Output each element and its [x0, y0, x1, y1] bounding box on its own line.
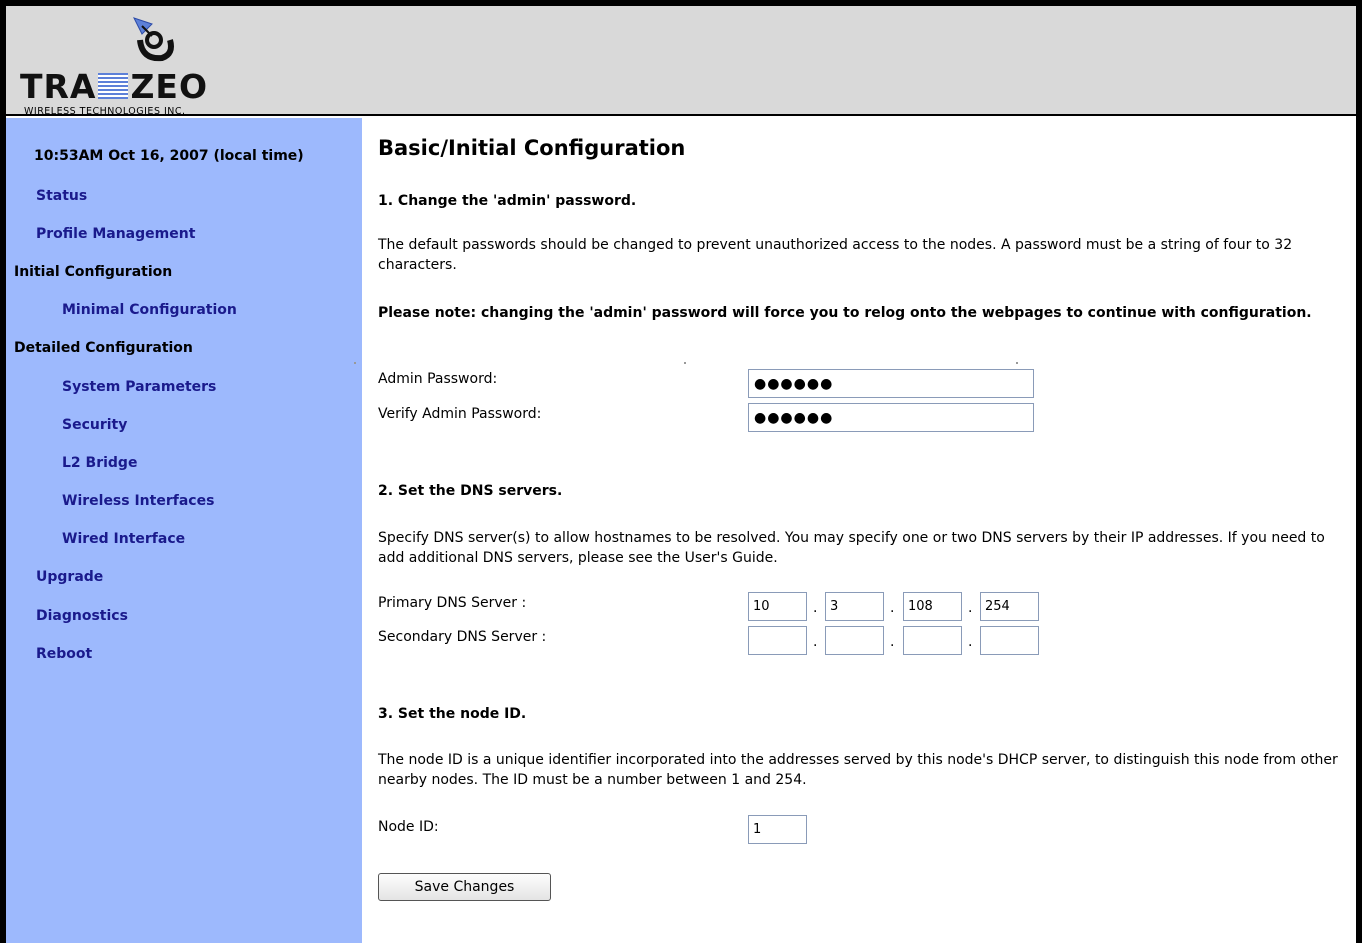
primary-dns-separator: .	[890, 600, 895, 616]
tranzeo-logo: TRA ZEO WIRELESS TECHNOLOGIES INC.	[20, 14, 290, 117]
nav-status[interactable]: Status	[36, 188, 87, 204]
primary-dns-octet-3[interactable]	[903, 592, 962, 621]
nav-wireless-interfaces[interactable]: Wireless Interfaces	[62, 493, 214, 509]
nav-heading-initial-configuration: Initial Configuration	[14, 264, 173, 280]
divider-tick	[354, 362, 356, 364]
section-node-id-heading: 3. Set the node ID.	[378, 706, 527, 722]
nav-l2-bridge[interactable]: L2 Bridge	[62, 455, 137, 471]
secondary-dns-separator: .	[968, 634, 973, 650]
nav-security[interactable]: Security	[62, 417, 127, 433]
section-password-note: Please note: changing the 'admin' passwo…	[378, 305, 1312, 321]
logo-wordmark: TRA ZEO	[20, 67, 208, 106]
logo-subtitle: WIRELESS TECHNOLOGIES INC.	[24, 106, 186, 117]
nav-minimal-configuration[interactable]: Minimal Configuration	[62, 302, 237, 318]
nav-upgrade[interactable]: Upgrade	[36, 569, 103, 585]
nav-reboot[interactable]: Reboot	[36, 646, 92, 662]
section-password-description: The default passwords should be changed …	[378, 237, 1293, 273]
section-password-heading: 1. Change the 'admin' password.	[378, 193, 637, 209]
primary-dns-octet-4[interactable]	[980, 592, 1039, 621]
verify-password-label: Verify Admin Password:	[378, 406, 542, 422]
node-id-label: Node ID:	[378, 819, 439, 835]
primary-dns-separator: .	[813, 600, 818, 616]
node-id-input[interactable]	[748, 815, 807, 844]
admin-password-input[interactable]	[748, 369, 1034, 398]
nav-heading-detailed-configuration: Detailed Configuration	[14, 340, 193, 356]
verify-password-input[interactable]	[748, 403, 1034, 432]
section-dns-heading: 2. Set the DNS servers.	[378, 483, 563, 499]
page-title: Basic/Initial Configuration	[378, 136, 686, 160]
nav-wired-interface[interactable]: Wired Interface	[62, 531, 185, 547]
primary-dns-separator: .	[968, 600, 973, 616]
local-time-clock: 10:53AM Oct 16, 2007 (local time)	[34, 148, 304, 164]
secondary-dns-octet-3[interactable]	[903, 626, 962, 655]
primary-dns-octet-1[interactable]	[748, 592, 807, 621]
secondary-dns-separator: .	[890, 634, 895, 650]
secondary-dns-octet-2[interactable]	[825, 626, 884, 655]
section-dns-description: Specify DNS server(s) to allow hostnames…	[378, 530, 1325, 566]
satellite-dish-icon	[133, 17, 174, 62]
primary-dns-octet-2[interactable]	[825, 592, 884, 621]
header: TRA ZEO WIRELESS TECHNOLOGIES INC.	[6, 6, 1356, 117]
secondary-dns-octet-1[interactable]	[748, 626, 807, 655]
primary-dns-label: Primary DNS Server :	[378, 595, 527, 611]
divider-tick	[1016, 362, 1018, 364]
admin-password-label: Admin Password:	[378, 371, 498, 387]
secondary-dns-label: Secondary DNS Server :	[378, 629, 547, 645]
nav-diagnostics[interactable]: Diagnostics	[36, 608, 128, 624]
section-node-id-description: The node ID is a unique identifier incor…	[378, 752, 1338, 788]
nav-profile-management[interactable]: Profile Management	[36, 226, 195, 242]
sidebar: 10:53AM Oct 16, 2007 (local time) Status…	[6, 118, 362, 943]
secondary-dns-octet-4[interactable]	[980, 626, 1039, 655]
divider-tick	[684, 362, 686, 364]
save-changes-button[interactable]: Save Changes	[378, 873, 551, 901]
secondary-dns-separator: .	[813, 634, 818, 650]
nav-system-parameters[interactable]: System Parameters	[62, 379, 216, 395]
